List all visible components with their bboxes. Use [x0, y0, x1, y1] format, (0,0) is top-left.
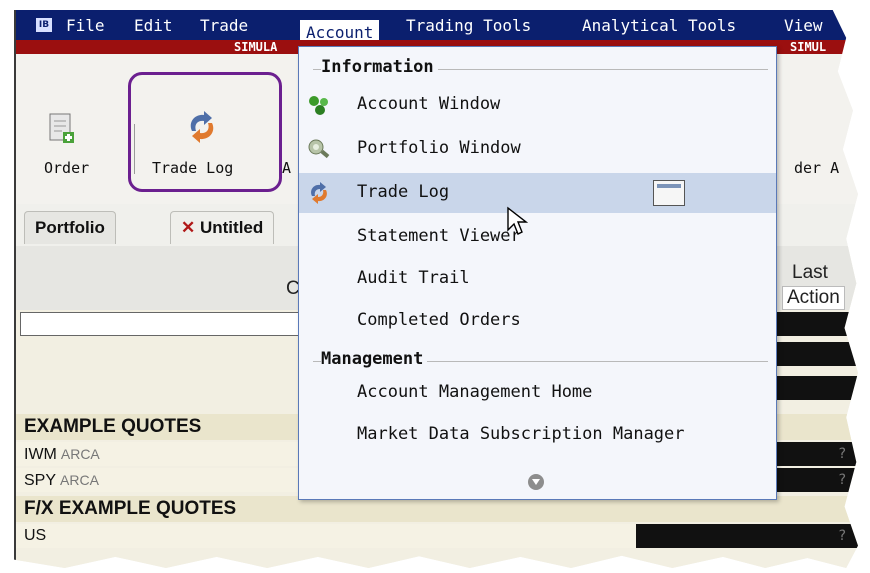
menu-item-label: Trade Log — [357, 182, 450, 202]
group-title-information: Information — [321, 57, 438, 77]
trade-log-highlight — [128, 72, 282, 192]
account-menu: Information Account Window Portfolio Win… — [298, 46, 777, 500]
menu-bar: IB File Edit Trade Account Trading Tools… — [16, 10, 858, 48]
menu-item-completed-orders[interactable]: Completed Orders — [299, 301, 776, 341]
menu-item-trade-log[interactable]: Trade Log — [299, 173, 776, 213]
row-symbol: US — [24, 527, 47, 544]
simulation-label-left: SIMULA — [234, 40, 278, 54]
menu-item-account-management-home[interactable]: Account Management Home — [299, 373, 776, 413]
row-value: ? — [636, 524, 858, 548]
order-tool-label[interactable]: Order — [44, 159, 89, 177]
filter-input[interactable] — [20, 312, 332, 336]
row-symbol: IWM — [24, 446, 57, 463]
menu-item-label: Audit Trail — [357, 268, 470, 288]
tab-untitled-label: Untitled — [199, 218, 264, 237]
account-tool-label[interactable]: A — [282, 159, 291, 177]
dark-cell — [776, 312, 858, 336]
menu-view[interactable]: View — [784, 16, 823, 36]
group-title-management: Management — [321, 349, 428, 369]
menu-trading-tools[interactable]: Trading Tools — [406, 16, 531, 36]
row-exchange: ARCA — [60, 446, 100, 462]
dark-cell — [776, 342, 858, 366]
menu-item-label: Account Management Home — [357, 382, 593, 402]
menu-item-market-data-subscription-manager[interactable]: Market Data Subscription Manager — [299, 415, 776, 455]
account-window-icon — [307, 93, 331, 117]
ib-logo: IB — [36, 18, 52, 32]
trade-log-icon — [307, 181, 331, 205]
menu-file[interactable]: File — [66, 16, 105, 36]
menu-item-audit-trail[interactable]: Audit Trail — [299, 259, 776, 299]
tab-untitled[interactable]: ✕ Untitled — [170, 211, 275, 244]
menu-item-portfolio-window[interactable]: Portfolio Window — [299, 129, 776, 169]
order-tool-icon[interactable] — [48, 112, 76, 150]
simulation-label-right: SIMUL — [790, 40, 827, 54]
menu-edit[interactable]: Edit — [134, 16, 173, 36]
menu-item-account-window[interactable]: Account Window — [299, 85, 776, 125]
row-exchange: ARCA — [60, 472, 99, 488]
menu-trade[interactable]: Trade — [200, 16, 248, 36]
menu-item-label: Completed Orders — [357, 310, 521, 330]
menu-item-label: Statement Viewer — [357, 226, 521, 246]
right-tool-label[interactable]: der A — [794, 159, 839, 177]
scroll-down-icon[interactable] — [528, 474, 544, 490]
menu-analytical-tools[interactable]: Analytical Tools — [582, 16, 736, 36]
mouse-cursor-icon — [506, 206, 529, 240]
dark-cell — [776, 376, 858, 400]
menu-item-label: Market Data Subscription Manager — [357, 424, 685, 444]
close-icon[interactable]: ✕ — [181, 218, 195, 237]
portfolio-window-icon — [307, 137, 331, 161]
column-header-last[interactable]: Last — [792, 262, 828, 284]
open-in-window-icon[interactable] — [653, 180, 685, 206]
app-window: IB File Edit Trade Account Trading Tools… — [14, 10, 858, 568]
menu-item-label: Portfolio Window — [357, 138, 521, 158]
menu-item-statement-viewer[interactable]: Statement Viewer — [299, 217, 776, 257]
row-symbol: SPY — [24, 472, 57, 489]
menu-item-label: Account Window — [357, 94, 501, 114]
tab-portfolio[interactable]: Portfolio — [24, 211, 116, 244]
column-header-action[interactable]: Action — [782, 286, 845, 310]
